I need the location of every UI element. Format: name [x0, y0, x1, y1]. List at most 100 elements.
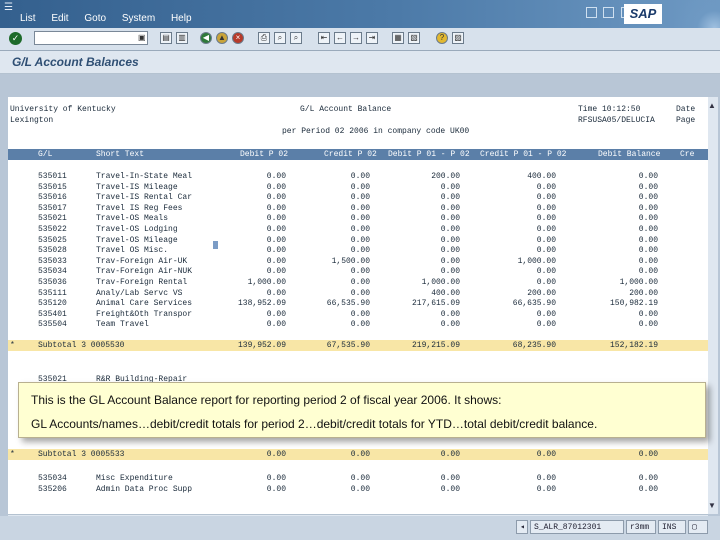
debit-p02: 0.00: [266, 182, 286, 192]
dropdown-icon[interactable]: ▣: [138, 33, 146, 42]
next-page-icon[interactable]: →: [350, 32, 362, 44]
debit-p02: 0.00: [266, 309, 286, 319]
credit-p02: 66,535.90: [326, 299, 370, 309]
layout-icon[interactable]: ▨: [452, 32, 464, 44]
menu-bar: List Edit Goto System Help: [20, 13, 205, 24]
debit-ytd: 0.00: [440, 474, 460, 483]
menu-list[interactable]: List: [20, 13, 36, 24]
table-row[interactable]: 535401 Freight&Oth Transpor 0.00 0.00 0.00 0.…: [8, 309, 708, 320]
debit-balance: 0.00: [638, 203, 658, 213]
debit-ytd: 200.00: [431, 172, 460, 181]
col-debit-balance[interactable]: Debit Balance: [598, 150, 660, 159]
col-credit-p02[interactable]: Credit P 02: [324, 150, 377, 159]
app-menu-icon[interactable]: ☰: [4, 2, 13, 13]
table-row[interactable]: 535022 Travel-OS Lodging 0.00 0.00 0.00 0.00 0…: [8, 224, 708, 235]
short-text: Travel-In-State Meal: [96, 172, 193, 181]
command-field[interactable]: [34, 31, 148, 45]
report-title: G/L Account Balance: [300, 105, 392, 114]
col-gl[interactable]: G/L: [38, 150, 52, 159]
credit-p02: 1,500.00: [331, 256, 370, 266]
short-text: Team Travel: [96, 320, 149, 330]
table-row[interactable]: 535036 Trav-Foreign Rental 1,000.00 0.00 1,0…: [8, 277, 708, 288]
debit-ytd: 217,615.09: [411, 299, 460, 309]
annotation-callout: This is the GL Account Balance report fo…: [18, 382, 706, 438]
create-session-icon[interactable]: ▦: [392, 32, 404, 44]
menu-goto[interactable]: Goto: [84, 13, 106, 24]
subtotal-marker: *: [10, 450, 15, 459]
table-row[interactable]: 535034 Trav-Foreign Air-NUK 0.00 0.00 0.00 0.…: [8, 266, 708, 277]
exit-icon[interactable]: ▲: [216, 32, 228, 44]
save-icon[interactable]: ▤: [160, 32, 172, 44]
last-page-icon[interactable]: ⇥: [366, 32, 378, 44]
scroll-down-icon[interactable]: ▼: [708, 501, 716, 510]
subtotal-row[interactable]: * Subtotal 3 0005530 139,952.09 67,535.90 21…: [8, 340, 708, 351]
print-icon[interactable]: ⎙: [258, 32, 270, 44]
credit-p02: 67,535.90: [326, 341, 370, 350]
debit-balance: 0.00: [638, 484, 658, 494]
debit-p02: 0.00: [266, 193, 286, 203]
debit-ytd: 0.00: [440, 235, 460, 245]
debit-p02: 0.00: [266, 246, 286, 256]
col-debit-ytd[interactable]: Debit P 01 - P 02: [388, 150, 470, 159]
table-row[interactable]: 535120 Animal Care Services 138,952.09 66,5…: [8, 298, 708, 309]
debit-p02: 0.00: [266, 474, 286, 483]
debit-p02: 0.00: [266, 235, 286, 245]
gl-account: 535017: [38, 203, 67, 213]
table-row[interactable]: 535504 Team Travel 0.00 0.00 0.00 0.00 0.00: [8, 319, 708, 330]
find-next-icon[interactable]: ⌕: [290, 32, 302, 44]
table-row[interactable]: 535017 Travel IS Reg Fees 0.00 0.00 0.00 0.00…: [8, 203, 708, 214]
debit-p02: 139,952.09: [237, 341, 286, 350]
ok-icon[interactable]: ✓: [9, 32, 22, 45]
table-row[interactable]: 535028 Travel OS Misc. 0.00 0.00 0.00 0.00 0.0…: [8, 245, 708, 256]
status-toggle-icon[interactable]: ◂: [516, 520, 528, 534]
col-short-text[interactable]: Short Text: [96, 150, 144, 159]
gl-account: 535028: [38, 246, 67, 256]
shortcut-icon[interactable]: ▧: [408, 32, 420, 44]
table-row[interactable]: 535011 Travel-In-State Meal 0.00 0.00 200.00…: [8, 171, 708, 182]
gl-account: 535015: [38, 182, 67, 192]
col-debit-p02[interactable]: Debit P 02: [240, 150, 288, 159]
credit-ytd: 400.00: [527, 172, 556, 181]
save-icon-2[interactable]: ▥: [176, 32, 188, 44]
subtotal-row[interactable]: * Subtotal 3 0005533 0.00 0.00 0.00 0.00 0.00: [8, 449, 708, 460]
standard-toolbar: ✓ ▣ ▤ ▥ ◀ ▲ × ⎙ ⌕ ⌕ ⇤ ← → ⇥ ▦ ▧ ? ▨: [0, 28, 720, 51]
table-row[interactable]: 535034 Misc Expenditure 0.00 0.00 0.00 0.00 0.…: [8, 473, 708, 484]
callout-line-1: This is the GL Account Balance report fo…: [31, 393, 502, 407]
help-icon[interactable]: ?: [436, 32, 448, 44]
first-page-icon[interactable]: ⇤: [318, 32, 330, 44]
table-row[interactable]: 535016 Travel-IS Rental Car 0.00 0.00 0.00 0.…: [8, 192, 708, 203]
find-icon[interactable]: ⌕: [274, 32, 286, 44]
table-row[interactable]: 535206 Admin Data Proc Supp 0.00 0.00 0.00 0.…: [8, 484, 708, 495]
cancel-icon[interactable]: ×: [232, 32, 244, 44]
debit-balance: 0.00: [638, 225, 658, 234]
table-row[interactable]: 535015 Travel-IS Mileage 0.00 0.00 0.00 0.00 0…: [8, 182, 708, 193]
minimize-button[interactable]: [586, 7, 597, 18]
gl-account: 535036: [38, 278, 67, 287]
credit-p02: 0.00: [350, 267, 370, 277]
status-system[interactable]: S_ALR_87012301: [530, 520, 624, 534]
prev-page-icon[interactable]: ←: [334, 32, 346, 44]
col-credit-ytd[interactable]: Credit P 01 - P 02: [480, 150, 566, 159]
table-row[interactable]: 535111 Analy/Lab Servc VS 0.00 0.00 400.00 20…: [8, 288, 708, 299]
vertical-scrollbar[interactable]: ▲ ▼: [708, 97, 718, 514]
debit-p02: 0.00: [266, 172, 286, 181]
table-row[interactable]: 535021 Travel-OS Meals 0.00 0.00 0.00 0.00 0.0…: [8, 213, 708, 224]
scroll-up-icon[interactable]: ▲: [708, 101, 716, 110]
table-row[interactable]: 535033 Trav-Foreign Air-UK 0.00 1,500.00 0.0…: [8, 256, 708, 267]
short-text: Travel-IS Mileage: [96, 182, 178, 192]
column-header: G/L Short Text Debit P 02 Credit P 02 De…: [8, 149, 708, 160]
table-row[interactable]: 535025 Travel-OS Mileage 0.00 0.00 0.00 0.00 0…: [8, 235, 708, 246]
status-mode[interactable]: INS: [658, 520, 686, 534]
gl-account: 535504: [38, 320, 67, 330]
debit-p02: 0.00: [266, 267, 286, 277]
menu-edit[interactable]: Edit: [51, 13, 68, 24]
sap-logo: SAP: [624, 4, 662, 24]
menu-system[interactable]: System: [122, 13, 155, 24]
debit-balance: 0.00: [638, 214, 658, 224]
col-credit-balance[interactable]: Cre: [680, 150, 694, 159]
menu-help[interactable]: Help: [171, 13, 192, 24]
credit-p02: 0.00: [350, 246, 370, 256]
maximize-button[interactable]: [603, 7, 615, 18]
back-icon[interactable]: ◀: [200, 32, 212, 44]
debit-p02: 0.00: [266, 214, 286, 224]
